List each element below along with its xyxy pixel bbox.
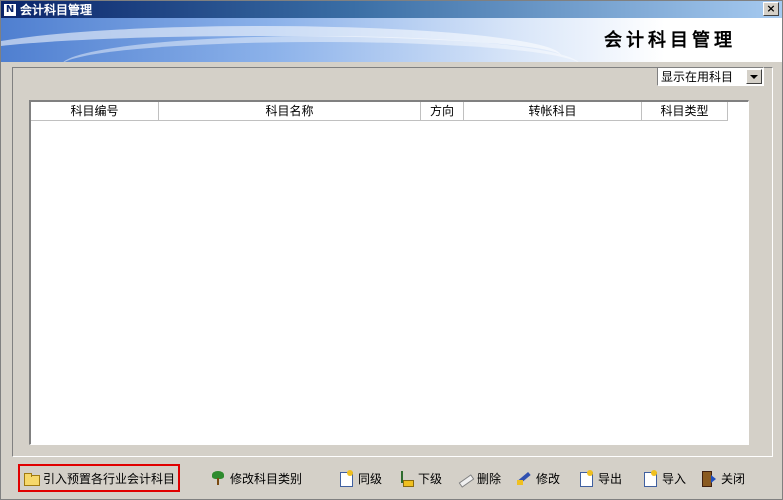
import-preset-label: 引入预置各行业会计科目 [43, 471, 176, 486]
subject-filter-value: 显示在用科目 [661, 70, 734, 84]
child-button[interactable]: 下级 [398, 464, 442, 492]
column-header-transfer[interactable]: 转帐科目 [464, 102, 642, 121]
column-header-type[interactable]: 科目类型 [642, 102, 728, 121]
sub-level-icon [398, 470, 414, 487]
eraser-icon [457, 470, 473, 486]
close-window-button[interactable]: × [763, 2, 779, 16]
export-button[interactable]: 导出 [578, 464, 622, 492]
delete-button[interactable]: 删除 [457, 464, 501, 492]
account-subject-window: N 会计科目管理 × 会计科目管理 显示在用科目 科目编号 科目名称 方向 转帐… [0, 0, 783, 500]
exit-door-icon [701, 470, 717, 487]
dropdown-arrow-icon[interactable] [746, 69, 762, 84]
column-header-code[interactable]: 科目编号 [31, 102, 159, 121]
folder-open-icon [23, 470, 40, 486]
header-banner: 会计科目管理 [1, 18, 782, 62]
pencil-icon [516, 470, 532, 486]
new-doc-icon [338, 470, 354, 487]
sibling-label: 同级 [358, 471, 383, 486]
delete-label: 删除 [477, 471, 502, 486]
close-label: 关闭 [721, 471, 746, 486]
modify-label: 修改 [536, 471, 561, 486]
import-preset-button[interactable]: 引入预置各行业会计科目 [18, 464, 181, 492]
table-header: 科目编号 科目名称 方向 转帐科目 科目类型 [31, 102, 728, 121]
banner-title: 会计科目管理 [604, 30, 736, 51]
bottom-toolbar: 引入预置各行业会计科目 修改科目类别 同级 下级 删除 修改 导出 导入 关闭 [1, 460, 782, 498]
column-header-name[interactable]: 科目名称 [159, 102, 421, 121]
close-button[interactable]: 关闭 [701, 464, 745, 492]
import-label: 导入 [662, 471, 687, 486]
title-bar[interactable]: N 会计科目管理 × [1, 1, 782, 18]
export-label: 导出 [598, 471, 623, 486]
app-icon: N [3, 2, 17, 17]
import-doc-icon [642, 470, 658, 487]
import-button[interactable]: 导入 [642, 464, 686, 492]
sibling-button[interactable]: 同级 [338, 464, 382, 492]
edit-category-label: 修改科目类别 [230, 471, 303, 486]
edit-category-button[interactable]: 修改科目类别 [210, 464, 302, 492]
child-label: 下级 [418, 471, 443, 486]
modify-button[interactable]: 修改 [516, 464, 560, 492]
tree-icon [210, 470, 226, 486]
window-title: 会计科目管理 [20, 3, 93, 17]
export-doc-icon [578, 470, 594, 487]
column-header-direction[interactable]: 方向 [421, 102, 464, 121]
subject-filter-select[interactable]: 显示在用科目 [657, 67, 764, 86]
subject-table[interactable]: 科目编号 科目名称 方向 转帐科目 科目类型 [29, 100, 749, 445]
